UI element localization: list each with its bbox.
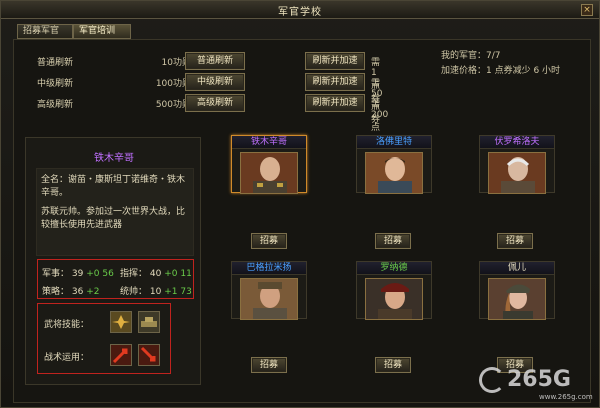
tab-recruit-officer[interactable]: 招募军官: [17, 24, 73, 39]
recruit-button[interactable]: 招募: [375, 233, 411, 249]
general-skill-icon[interactable]: [110, 311, 132, 333]
recruit-button[interactable]: 招募: [251, 233, 287, 249]
general-card[interactable]: 铁木辛哥: [231, 135, 307, 194]
speedup-price: 加速价格：1 点券减少 6 小时: [441, 66, 561, 76]
stat-value: 39: [71, 269, 84, 279]
refresh-label: 中级刷新: [37, 79, 74, 89]
general-name: 铁木辛哥: [94, 153, 134, 164]
stat-command: 指挥： 40 +0 11: [120, 266, 192, 279]
portrait-image: [365, 278, 423, 320]
stat-strategy: 策略： 36 +2: [42, 284, 100, 297]
tactics-label: 战术运用：: [44, 353, 90, 363]
watermark-logo-icon: [479, 367, 505, 393]
recruit-button[interactable]: 招募: [497, 233, 533, 249]
stat-label: 统帅：: [120, 287, 148, 297]
window-title: 军官学校: [278, 7, 322, 18]
portrait-image: [240, 152, 298, 194]
medium-refresh-button[interactable]: 中级刷新: [185, 73, 245, 91]
refresh-label: 普通刷新: [37, 58, 74, 68]
normal-refresh-button[interactable]: 普通刷新: [185, 52, 245, 70]
portrait-image: [488, 278, 546, 320]
officer-school-window: 军官学校 × 招募军官 军官培训 普通刷新 10功勋 普通刷新 刷新并加速 需1…: [0, 0, 600, 408]
general-stats: 军事： 39 +0 56 指挥： 40 +0 11 策略： 36 +2 统帅： …: [37, 259, 194, 299]
stat-bonus: 11: [180, 269, 192, 279]
refresh-label: 高级刷新: [37, 100, 74, 110]
stat-label: 指挥：: [120, 269, 148, 279]
stat-label: 策略：: [42, 287, 70, 297]
stat-plus: +0: [164, 269, 178, 279]
general-description: 全名：谢苗・康斯坦丁诺维奇・铁木辛哥。 苏联元帅。参加过一次世界大战，比较擅长使…: [36, 168, 194, 256]
watermark-text: 265G: [507, 367, 571, 392]
general-card[interactable]: 巴格拉米扬: [231, 261, 307, 320]
my-officers-count: 我的军官：7/7: [441, 51, 501, 61]
portrait-image: [365, 152, 423, 194]
refresh-speedup-button[interactable]: 刷新并加速: [305, 94, 365, 112]
general-card[interactable]: 罗纳德: [356, 261, 432, 320]
titlebar: 军官学校 ×: [1, 1, 599, 19]
stat-plus: +0: [86, 269, 100, 279]
card-name: 巴格拉米扬: [232, 262, 306, 275]
portrait-image: [488, 152, 546, 194]
card-name: 铁木辛哥: [232, 136, 306, 149]
general-card[interactable]: 洛佛里特: [356, 135, 432, 194]
stat-value: 36: [71, 287, 84, 297]
card-name: 罗纳德: [357, 262, 431, 275]
skills-label: 武将技能：: [44, 320, 90, 330]
stat-military: 军事： 39 +0 56: [42, 266, 114, 279]
general-card[interactable]: 佩儿: [479, 261, 555, 320]
portrait-image: [240, 278, 298, 320]
refresh-speedup-button[interactable]: 刷新并加速: [305, 52, 365, 70]
tab-officer-training[interactable]: 军官培训: [73, 24, 131, 39]
general-full-name: 全名：谢苗・康斯坦丁诺维奇・铁木辛哥。: [41, 175, 186, 198]
general-bio: 苏联元帅。参加过一次世界大战，比较擅长使用先进武器: [41, 207, 186, 230]
stat-value: 10: [149, 287, 162, 297]
refresh-cost: 100功勋: [155, 79, 191, 89]
refresh-cost: 10功勋: [161, 58, 191, 68]
general-skill-icon[interactable]: [138, 311, 160, 333]
card-name: 佩儿: [480, 262, 554, 275]
stat-bonus: 73: [180, 287, 192, 297]
stat-plus: +1: [164, 287, 178, 297]
stat-value: 40: [149, 269, 162, 279]
close-button[interactable]: ×: [581, 4, 593, 16]
stat-plus: +2: [86, 287, 100, 297]
recruit-button[interactable]: 招募: [251, 357, 287, 373]
advanced-refresh-button[interactable]: 高级刷新: [185, 94, 245, 112]
tactic-icon[interactable]: [110, 344, 132, 366]
stat-lead: 统帅： 10 +1 73: [120, 284, 192, 297]
tactic-icon[interactable]: [138, 344, 160, 366]
recruit-button[interactable]: 招募: [375, 357, 411, 373]
card-name: 伏罗希洛夫: [480, 136, 554, 149]
skills-box: 武将技能： 战术运用：: [37, 303, 171, 374]
card-name: 洛佛里特: [357, 136, 431, 149]
refresh-speedup-button[interactable]: 刷新并加速: [305, 73, 365, 91]
general-card[interactable]: 伏罗希洛夫: [479, 135, 555, 194]
stat-label: 军事：: [42, 269, 70, 279]
watermark-url: www.265g.com: [539, 393, 593, 401]
refresh-cost: 500功勋: [155, 100, 191, 110]
stat-bonus: 56: [102, 269, 114, 279]
site-watermark: 265G www.265g.com: [479, 363, 595, 403]
